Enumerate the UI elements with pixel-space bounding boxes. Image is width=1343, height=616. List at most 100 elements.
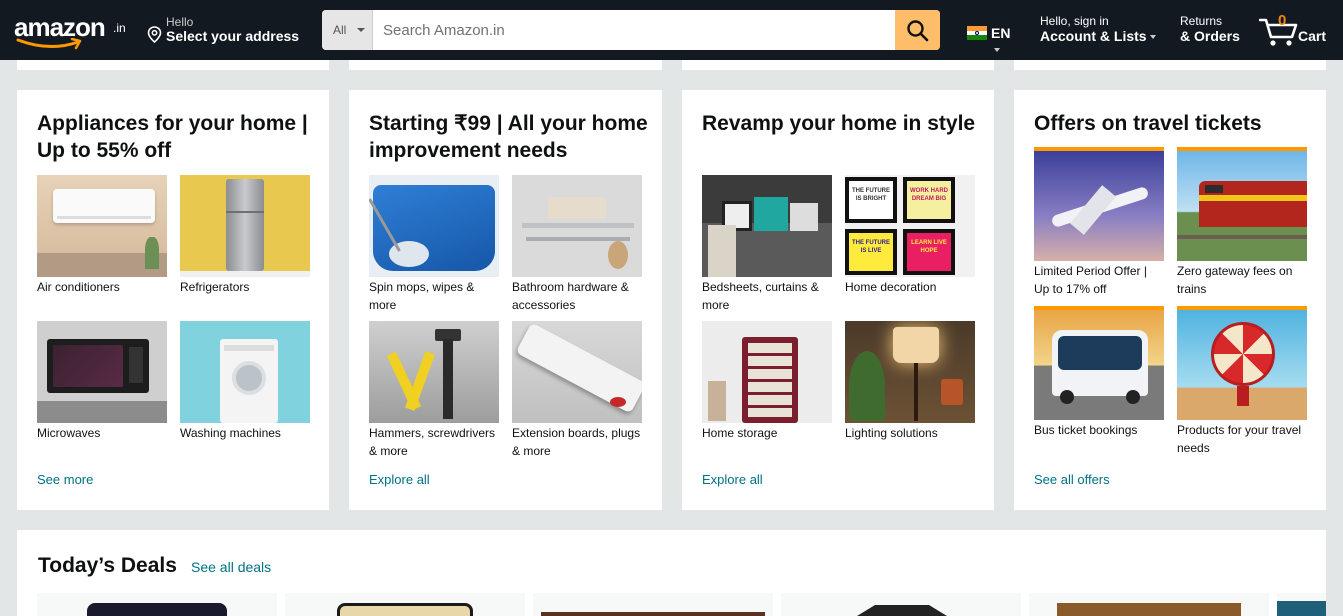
travel-offers-card: Offers on travel tickets Limited Period … bbox=[1014, 90, 1326, 510]
category-tile-lighting[interactable]: Lighting solutions bbox=[845, 321, 975, 442]
deal-tile[interactable] bbox=[781, 593, 1021, 616]
product-image bbox=[1057, 603, 1241, 616]
tile-caption: Lighting solutions bbox=[845, 426, 938, 440]
offer-tile-flights[interactable]: Limited Period Offer | Up to 17% off bbox=[1034, 147, 1164, 298]
category-tile-home-decoration[interactable]: THE FUTURE IS BRIGHT WORK HARD DREAM BIG… bbox=[845, 175, 975, 296]
category-tile-spin-mops[interactable]: Spin mops, wipes & more bbox=[369, 175, 499, 314]
spin-mop-image bbox=[369, 175, 499, 277]
address-label: Select your address bbox=[166, 28, 300, 44]
see-more-link[interactable]: See more bbox=[37, 472, 93, 487]
appliances-card: Appliances for your home | Up to 55% off… bbox=[17, 90, 329, 510]
search-category-dropdown[interactable]: All bbox=[322, 10, 373, 50]
deal-tile[interactable] bbox=[1029, 593, 1269, 616]
location-pin-icon bbox=[147, 26, 162, 43]
see-all-offers-link[interactable]: See all offers bbox=[1034, 472, 1110, 487]
returns-and-orders[interactable]: Returns & Orders bbox=[1180, 14, 1240, 44]
address-greeting: Hello bbox=[166, 15, 194, 29]
explore-all-link[interactable]: Explore all bbox=[702, 472, 763, 487]
category-tile-bathroom-hardware[interactable]: Bathroom hardware & accessories bbox=[512, 175, 642, 314]
orders-label: & Orders bbox=[1180, 28, 1240, 44]
refrigerator-image bbox=[180, 175, 310, 277]
search-icon bbox=[907, 20, 929, 42]
floor-lamp-image bbox=[845, 321, 975, 423]
category-tile-air-conditioners[interactable]: Air conditioners bbox=[37, 175, 167, 296]
card-remnant bbox=[349, 60, 662, 70]
chevron-down-icon bbox=[357, 28, 365, 32]
frame-text: THE FUTURE IS BRIGHT bbox=[849, 181, 893, 219]
see-all-deals-link[interactable]: See all deals bbox=[191, 559, 271, 575]
india-flag-icon bbox=[967, 26, 987, 40]
amazon-logo[interactable]: amazon .in bbox=[14, 12, 132, 50]
tile-caption: Zero gateway fees on trains bbox=[1177, 264, 1293, 296]
air-conditioner-image bbox=[37, 175, 167, 277]
category-tile-hammers[interactable]: Hammers, screwdrivers & more bbox=[369, 321, 499, 460]
tile-caption: Bathroom hardware & accessories bbox=[512, 280, 629, 312]
card-remnant bbox=[682, 60, 994, 70]
tile-caption: Spin mops, wipes & more bbox=[369, 280, 475, 312]
tile-caption: Home storage bbox=[702, 426, 778, 440]
offer-tile-trains[interactable]: Zero gateway fees on trains bbox=[1177, 147, 1307, 298]
category-tile-refrigerators[interactable]: Refrigerators bbox=[180, 175, 310, 296]
todays-deals-section: Today’s Deals See all deals bbox=[17, 530, 1326, 616]
frame-text: LEARN LIVE HOPE bbox=[907, 233, 951, 271]
tile-caption: Air conditioners bbox=[37, 280, 120, 294]
offer-tile-travel-products[interactable]: Products for your travel needs bbox=[1177, 306, 1307, 457]
frame-text: THE FUTURE IS LIVE bbox=[849, 233, 893, 271]
product-image bbox=[541, 612, 765, 616]
deal-tile[interactable] bbox=[1277, 593, 1326, 616]
tile-caption: Microwaves bbox=[37, 426, 101, 440]
category-tile-home-storage[interactable]: Home storage bbox=[702, 321, 832, 442]
search-button[interactable] bbox=[895, 10, 940, 50]
deal-tile[interactable] bbox=[533, 593, 773, 616]
shoe-rack-image bbox=[702, 321, 832, 423]
bus-image bbox=[1034, 310, 1164, 420]
train-image bbox=[1177, 151, 1307, 261]
logo-tld: .in bbox=[113, 21, 126, 35]
search-input[interactable] bbox=[374, 10, 895, 50]
returns-label: Returns bbox=[1180, 14, 1223, 28]
category-tile-microwaves[interactable]: Microwaves bbox=[37, 321, 167, 442]
account-and-lists[interactable]: Hello, sign in Account & Lists bbox=[1040, 14, 1156, 44]
explore-all-link[interactable]: Explore all bbox=[369, 472, 430, 487]
cart-button[interactable]: 0 Cart bbox=[1259, 12, 1331, 48]
tile-caption: Hammers, screwdrivers & more bbox=[369, 426, 496, 458]
caret-down-icon bbox=[1149, 35, 1156, 40]
deal-tile[interactable] bbox=[37, 593, 277, 616]
logo-smile-icon bbox=[16, 38, 82, 50]
category-tile-bedsheets[interactable]: Bedsheets, curtains & more bbox=[702, 175, 832, 314]
card-title: Offers on travel tickets bbox=[1034, 112, 1262, 135]
deals-title: Today’s Deals bbox=[38, 554, 177, 577]
language-code: EN bbox=[991, 25, 1011, 41]
card-title: Revamp your home in style bbox=[702, 112, 976, 135]
bathroom-shelf-image bbox=[512, 175, 642, 277]
tile-caption: Bus ticket bookings bbox=[1034, 423, 1138, 437]
category-tile-washing-machines[interactable]: Washing machines bbox=[180, 321, 310, 442]
washing-machine-image bbox=[180, 321, 310, 423]
phone-image bbox=[337, 603, 473, 616]
card-title: Appliances for your home | Up to 55% off bbox=[37, 112, 308, 162]
tile-caption: Washing machines bbox=[180, 426, 281, 440]
offer-tile-bus[interactable]: Bus ticket bookings bbox=[1034, 306, 1164, 439]
account-greeting: Hello, sign in bbox=[1040, 14, 1109, 28]
wall-frames-image: THE FUTURE IS BRIGHT WORK HARD DREAM BIG… bbox=[845, 175, 975, 277]
search-bar: All bbox=[322, 10, 940, 50]
tile-caption: Home decoration bbox=[845, 280, 937, 294]
product-image bbox=[857, 605, 947, 616]
sofa-cushions-image bbox=[702, 175, 832, 277]
tile-caption: Refrigerators bbox=[180, 280, 250, 294]
caret-down-icon bbox=[994, 48, 1000, 53]
card-title: Starting ₹99 | All your home improvement… bbox=[369, 112, 648, 162]
extension-board-image bbox=[512, 321, 642, 423]
product-image bbox=[1277, 601, 1326, 616]
cart-label: Cart bbox=[1298, 28, 1327, 44]
card-remnant bbox=[17, 60, 329, 70]
revamp-home-card: Revamp your home in style Bedsheets, cur… bbox=[682, 90, 994, 510]
tile-caption: Products for your travel needs bbox=[1177, 423, 1302, 455]
tile-caption: Limited Period Offer | Up to 17% off bbox=[1034, 264, 1147, 296]
phone-image bbox=[87, 603, 227, 616]
tools-image bbox=[369, 321, 499, 423]
cart-count: 0 bbox=[1278, 12, 1287, 29]
search-category-label: All bbox=[333, 23, 347, 37]
deal-tile[interactable] bbox=[285, 593, 525, 616]
category-tile-extension-boards[interactable]: Extension boards, plugs & more bbox=[512, 321, 642, 460]
